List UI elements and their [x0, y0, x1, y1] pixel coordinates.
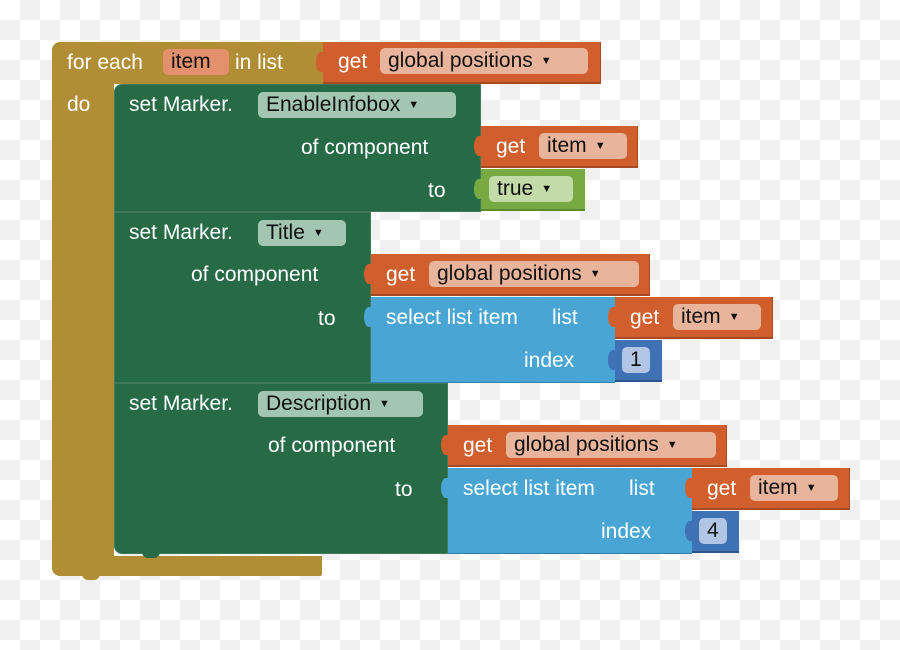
boolean-dropdown[interactable]: true ▼ [489, 176, 573, 202]
variable-dropdown[interactable]: item ▼ [673, 304, 761, 330]
dropdown-arrow-icon: ▼ [540, 55, 552, 67]
dropdown-arrow-icon: ▼ [666, 439, 678, 451]
variable-dropdown[interactable]: item ▼ [750, 475, 838, 501]
number-block[interactable]: 1 [608, 340, 662, 382]
list-label: list [629, 477, 655, 500]
variable-name: item [547, 134, 587, 157]
select-list-item-label: select list item [386, 306, 518, 329]
for-each-block-spine [52, 84, 114, 560]
select-list-item-label: select list item [463, 477, 595, 500]
property-dropdown[interactable]: Title ▼ [258, 220, 346, 246]
get-label: get [630, 306, 660, 329]
get-item-block[interactable]: get item ▼ [474, 126, 638, 168]
property-dropdown[interactable]: EnableInfobox ▼ [258, 92, 456, 118]
select-list-item-block[interactable]: select list item list index [364, 297, 615, 383]
input-connector [474, 136, 484, 156]
to-label: to [318, 307, 336, 330]
dropdown-arrow-icon: ▼ [312, 227, 324, 239]
select-list-item-block[interactable]: select list item list index [441, 468, 692, 554]
input-connector [441, 478, 451, 498]
get-label: get [463, 434, 493, 457]
dropdown-arrow-icon: ▼ [408, 99, 420, 111]
property-name: Title [266, 221, 305, 244]
input-connector [685, 521, 695, 541]
input-connector [316, 52, 326, 72]
loop-variable-name: item [171, 50, 211, 73]
set-marker-label: set Marker. [129, 93, 233, 116]
of-component-label: of component [268, 434, 396, 457]
for-each-block-footer [52, 556, 322, 576]
set-marker-label: set Marker. [129, 221, 233, 244]
set-marker-label: set Marker. [129, 392, 233, 415]
in-list-label: in list [235, 51, 283, 74]
list-label: list [552, 306, 578, 329]
input-connector [441, 435, 451, 455]
dropdown-arrow-icon: ▼ [589, 268, 601, 280]
index-label: index [601, 520, 652, 543]
to-label: to [428, 179, 446, 202]
variable-name: global positions [388, 49, 533, 72]
variable-dropdown[interactable]: global positions ▼ [380, 48, 588, 74]
number-field[interactable]: 1 [622, 347, 650, 373]
input-connector [364, 307, 374, 327]
property-name: EnableInfobox [266, 93, 401, 116]
get-global-positions-block[interactable]: get global positions ▼ [441, 425, 727, 467]
dropdown-arrow-icon: ▼ [541, 183, 553, 195]
get-global-positions-block[interactable]: get global positions ▼ [316, 42, 601, 84]
for-each-label: for each [67, 51, 143, 74]
loop-variable-field[interactable]: item [163, 49, 229, 75]
input-connector [608, 307, 618, 327]
dropdown-arrow-icon: ▼ [594, 140, 606, 152]
number-field[interactable]: 4 [699, 518, 727, 544]
get-label: get [707, 477, 737, 500]
boolean-value: true [497, 177, 534, 200]
input-connector [474, 179, 484, 199]
input-connector [364, 264, 374, 284]
input-connector [685, 478, 695, 498]
number-value: 4 [707, 519, 719, 542]
get-item-block[interactable]: get item ▼ [608, 297, 773, 339]
number-value: 1 [630, 348, 642, 371]
get-label: get [496, 135, 526, 158]
index-label: index [524, 349, 575, 372]
get-label: get [386, 263, 416, 286]
to-label: to [395, 478, 413, 501]
get-label: get [338, 50, 368, 73]
do-label: do [67, 93, 91, 116]
variable-name: item [681, 305, 721, 328]
variable-dropdown[interactable]: item ▼ [539, 133, 627, 159]
of-component-label: of component [191, 263, 319, 286]
variable-dropdown[interactable]: global positions ▼ [429, 261, 639, 287]
for-each-next-tab [82, 574, 100, 580]
input-connector [608, 350, 618, 370]
variable-dropdown[interactable]: global positions ▼ [506, 432, 716, 458]
dropdown-arrow-icon: ▼ [379, 398, 390, 410]
dropdown-arrow-icon: ▼ [728, 311, 740, 323]
variable-name: global positions [514, 433, 659, 456]
number-block[interactable]: 4 [685, 511, 739, 553]
property-dropdown[interactable]: Description ▼ [258, 391, 423, 417]
variable-name: global positions [437, 262, 582, 285]
dropdown-arrow-icon: ▼ [805, 482, 817, 494]
of-component-label: of component [301, 136, 429, 159]
get-global-positions-block[interactable]: get global positions ▼ [364, 254, 650, 296]
property-name: Description [266, 392, 372, 415]
logic-true-block[interactable]: true ▼ [474, 169, 585, 211]
variable-name: item [758, 476, 798, 499]
get-item-block[interactable]: get item ▼ [685, 468, 850, 510]
